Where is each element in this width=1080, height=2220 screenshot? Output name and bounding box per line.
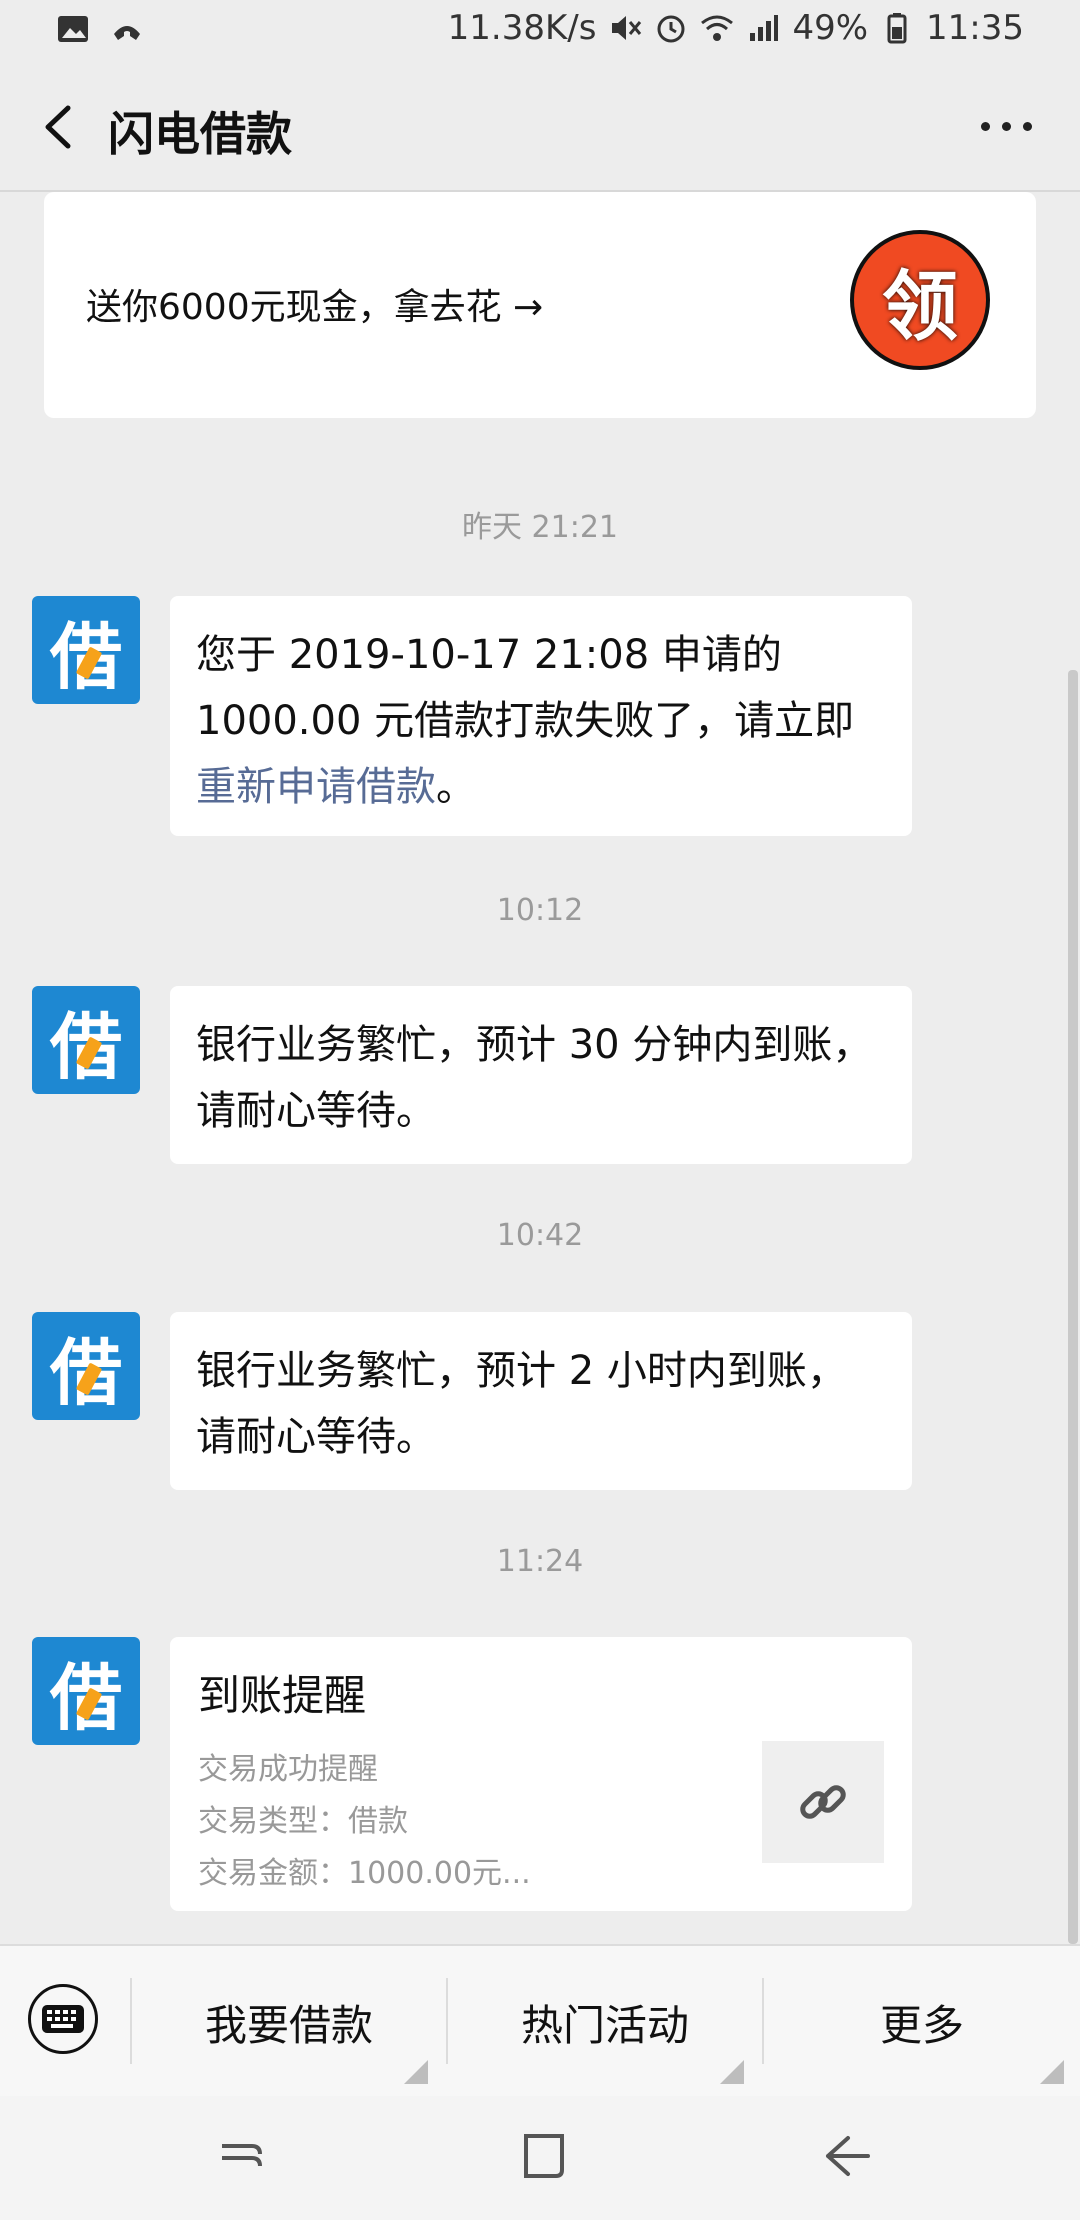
- recent-apps-icon[interactable]: [216, 2132, 268, 2182]
- message-bubble[interactable]: 银行业务繁忙，预计 2 小时内到账，请耐心等待。: [170, 1312, 912, 1490]
- promo-banner[interactable]: 送你6000元现金，拿去花 → 领: [44, 192, 1036, 418]
- menu-borrow-label: 我要借款: [204, 2000, 373, 2050]
- submenu-indicator: [720, 2060, 744, 2084]
- page-title: 闪电借款: [108, 107, 292, 161]
- timestamp: 10:42: [496, 1218, 584, 1253]
- link-thumbnail: [762, 1741, 884, 1863]
- message-text: 银行业务繁忙，预计 30 分钟内到账，请耐心等待。: [196, 1022, 873, 1134]
- battery-percent: 49%: [792, 8, 869, 48]
- menu-hot-activities-label: 热门活动: [520, 2000, 689, 2050]
- message-bubble[interactable]: 银行业务繁忙，预计 30 分钟内到账，请耐心等待。: [170, 986, 912, 1164]
- image-icon: [58, 16, 88, 42]
- message-text-end: 。: [436, 764, 476, 810]
- avatar-label: 借: [50, 988, 122, 1093]
- bottom-menu: 我要借款 热门活动 更多: [0, 1944, 1080, 2098]
- timestamp: 昨天 21:21: [462, 510, 618, 545]
- avatar-label: 借: [50, 598, 122, 703]
- call-icon: [114, 26, 140, 40]
- avatar[interactable]: 借: [32, 1312, 140, 1420]
- promo-text: 送你6000元现金，拿去花 →: [86, 287, 544, 328]
- avatar-label: 借: [50, 1314, 122, 1419]
- timestamp: 11:24: [496, 1544, 584, 1579]
- menu-borrow[interactable]: 我要借款: [132, 1946, 446, 2098]
- home-icon[interactable]: [520, 2130, 568, 2182]
- scrollbar[interactable]: [1068, 670, 1078, 1944]
- battery-icon: [887, 13, 907, 44]
- chevron-left-icon[interactable]: [38, 104, 78, 150]
- avatar-label: 借: [50, 1639, 122, 1744]
- message-text: 您于 2019-10-17 21:08 申请的 1000.00 元借款打款失败了…: [196, 632, 855, 744]
- more-dots-icon[interactable]: [981, 122, 1032, 131]
- avatar[interactable]: 借: [32, 986, 140, 1094]
- avatar[interactable]: 借: [32, 1637, 140, 1745]
- arrival-reminder-card[interactable]: 到账提醒 交易成功提醒 交易类型：借款 交易金额：1000.00元...: [170, 1637, 912, 1911]
- wifi-icon: [701, 15, 734, 41]
- menu-hot-activities[interactable]: 热门活动: [448, 1946, 762, 2098]
- back-icon[interactable]: [822, 2132, 874, 2180]
- menu-more[interactable]: 更多: [764, 1946, 1080, 2098]
- reapply-loan-link[interactable]: 重新申请借款: [196, 764, 436, 810]
- card-title: 到账提醒: [198, 1671, 367, 1720]
- submenu-indicator: [1040, 2060, 1064, 2084]
- card-line: 交易金额：1000.00元...: [198, 1856, 531, 1891]
- timestamp: 10:12: [496, 893, 584, 928]
- alarm-icon: [657, 15, 685, 43]
- nav-bar: 闪电借款: [0, 64, 1080, 192]
- keyboard-icon[interactable]: [28, 1984, 98, 2054]
- menu-more-label: 更多: [879, 2000, 964, 2050]
- message-bubble[interactable]: 您于 2019-10-17 21:08 申请的 1000.00 元借款打款失败了…: [170, 596, 912, 836]
- signal-icon: [750, 15, 779, 41]
- link-icon: [800, 1785, 846, 1819]
- claim-badge[interactable]: 领: [850, 230, 990, 370]
- clock: 11:35: [926, 8, 1024, 48]
- status-bar: 11.38K/s 49% 11:35: [0, 0, 1080, 64]
- mute-icon: [612, 16, 642, 40]
- submenu-indicator: [404, 2060, 428, 2084]
- avatar[interactable]: 借: [32, 596, 140, 704]
- network-speed: 11.38K/s: [447, 8, 597, 48]
- system-nav-bar: [0, 2096, 1080, 2220]
- message-text: 银行业务繁忙，预计 2 小时内到账，请耐心等待。: [196, 1348, 847, 1460]
